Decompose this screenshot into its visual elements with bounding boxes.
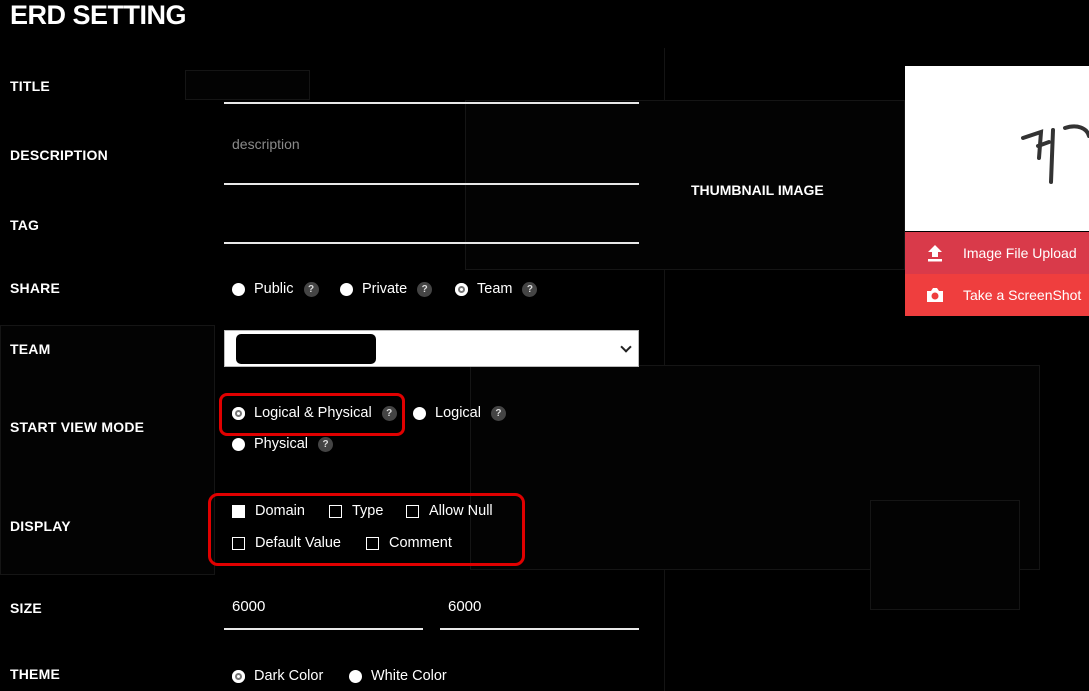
title-input[interactable]	[224, 102, 639, 104]
share-option-public[interactable]: Public ?	[232, 281, 319, 297]
share-label: SHARE	[10, 280, 61, 296]
radio-button[interactable]	[232, 437, 245, 451]
image-file-upload-button[interactable]: Image File Upload	[905, 232, 1089, 274]
description-label: DESCRIPTION	[10, 147, 108, 163]
radio-button-selected[interactable]	[455, 282, 468, 296]
view-mode-logical[interactable]: Logical ?	[413, 405, 506, 421]
take-screenshot-button[interactable]: Take a ScreenShot	[905, 274, 1089, 316]
radio-button-selected[interactable]	[232, 669, 245, 683]
size-height-input[interactable]: 6000	[448, 598, 481, 615]
size-label: SIZE	[10, 600, 42, 616]
upload-icon	[925, 243, 945, 263]
size-height-underline	[440, 628, 639, 630]
radio-button[interactable]	[349, 669, 362, 683]
display-label: DISPLAY	[10, 518, 71, 534]
checkbox[interactable]	[406, 504, 419, 518]
redacted-team-name	[236, 334, 376, 364]
size-width-underline	[224, 628, 423, 630]
start-view-mode-label: START VIEW MODE	[10, 419, 145, 435]
display-option-type[interactable]: Type	[329, 503, 383, 519]
display-option-allow-null[interactable]: Allow Null	[406, 503, 493, 519]
theme-option-dark[interactable]: Dark Color	[232, 668, 323, 684]
checkbox[interactable]	[366, 536, 379, 550]
help-icon[interactable]: ?	[381, 405, 397, 421]
display-option-comment[interactable]: Comment	[366, 535, 452, 551]
thumbnail-label: THUMBNAIL IMAGE	[691, 182, 824, 198]
handwriting-image	[1021, 124, 1089, 184]
display-option-domain[interactable]: Domain	[232, 503, 305, 519]
share-option-private[interactable]: Private ?	[340, 281, 433, 297]
theme-label: THEME	[10, 666, 60, 682]
display-option-default-value[interactable]: Default Value	[232, 535, 341, 551]
title-label: TITLE	[10, 78, 50, 94]
radio-button[interactable]	[232, 282, 245, 296]
description-input[interactable]: description	[232, 136, 300, 152]
radio-button[interactable]	[413, 406, 426, 420]
thumbnail-preview	[905, 66, 1089, 231]
team-label: TEAM	[10, 341, 51, 357]
tag-input[interactable]	[224, 242, 639, 244]
view-mode-physical[interactable]: Physical ?	[232, 436, 333, 452]
help-icon[interactable]: ?	[318, 436, 333, 452]
team-select[interactable]	[224, 330, 639, 367]
help-icon[interactable]: ?	[490, 405, 506, 421]
checkbox[interactable]	[232, 536, 245, 550]
checkbox-checked[interactable]	[232, 504, 245, 518]
help-icon[interactable]: ?	[522, 281, 538, 297]
camera-icon	[925, 285, 945, 305]
description-underline	[224, 183, 639, 185]
size-width-input[interactable]: 6000	[232, 598, 265, 615]
help-icon[interactable]: ?	[417, 281, 433, 297]
help-icon[interactable]: ?	[303, 281, 319, 297]
tag-label: TAG	[10, 217, 40, 233]
theme-option-white[interactable]: White Color	[349, 668, 447, 684]
share-option-team[interactable]: Team ?	[455, 281, 538, 297]
radio-button-selected[interactable]	[232, 406, 245, 420]
view-mode-logical-physical[interactable]: Logical & Physical ?	[232, 405, 397, 421]
chevron-down-icon	[620, 341, 632, 353]
checkbox[interactable]	[329, 504, 342, 518]
page-title: ERD SETTING	[10, 0, 187, 30]
radio-button[interactable]	[340, 282, 353, 296]
